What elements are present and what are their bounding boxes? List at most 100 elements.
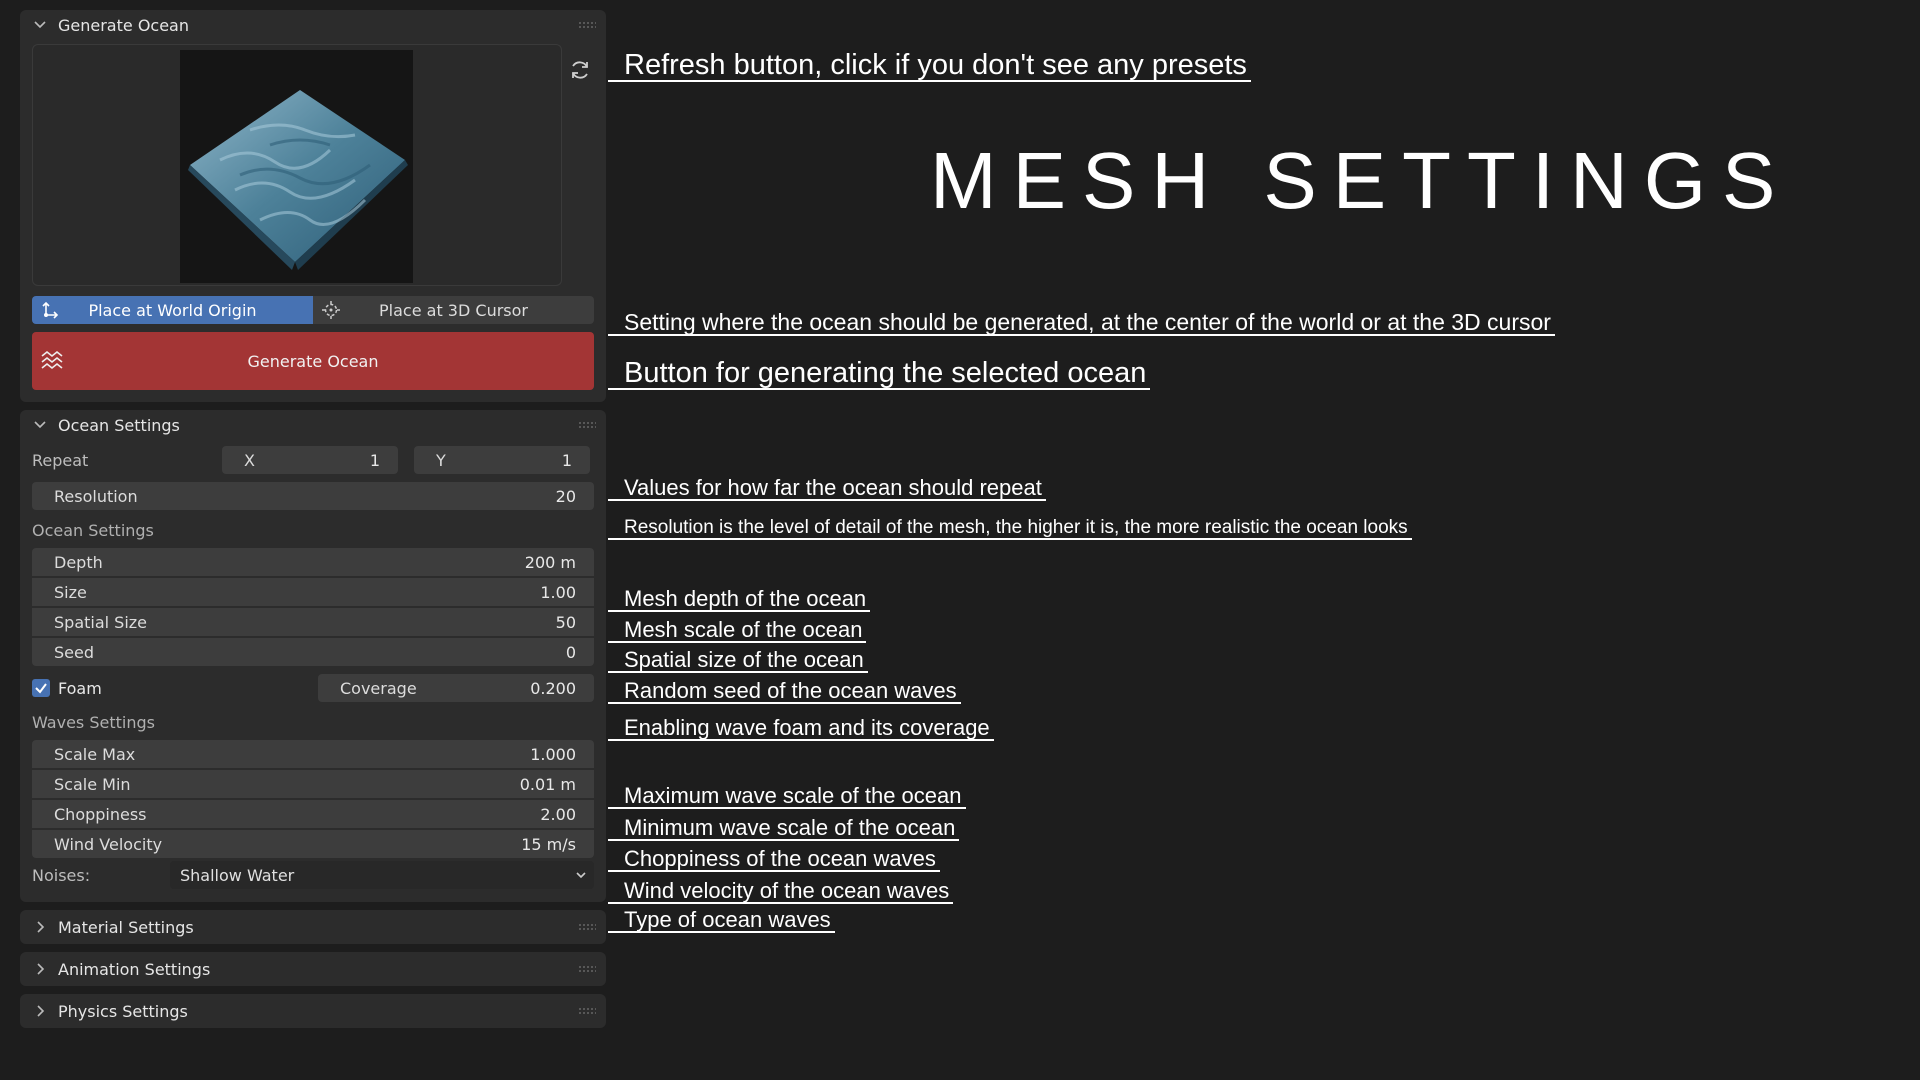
seed-value: 0: [565, 642, 576, 662]
preset-preview[interactable]: [32, 44, 588, 286]
physics-settings-title: Physics Settings: [58, 1001, 188, 1021]
repeat-row: Repeat X 1 Y 1: [32, 446, 594, 474]
refresh-button[interactable]: [567, 57, 593, 83]
resolution-field[interactable]: Resolution 20: [32, 482, 594, 510]
spatial-size-field[interactable]: Spatial Size 50: [32, 608, 594, 636]
wind-velocity-value: 15 m/s: [521, 834, 576, 854]
annotation-place: Setting where the ocean should be genera…: [608, 310, 1555, 337]
place-world-origin-label: Place at World Origin: [88, 300, 257, 320]
chevron-down-icon: [34, 421, 46, 429]
noises-value: Shallow Water: [180, 865, 295, 885]
scale-max-field[interactable]: Scale Max 1.000: [32, 740, 594, 768]
generate-ocean-panel: Generate Ocean Place at World Origin Pla…: [20, 10, 606, 402]
sidebar-panels: Generate Ocean Place at World Origin Pla…: [20, 10, 606, 1036]
drag-handle-icon[interactable]: [578, 421, 596, 429]
coverage-label: Coverage: [340, 678, 417, 698]
place-3d-cursor-button[interactable]: Place at 3D Cursor: [313, 296, 594, 324]
waves-settings-section-label: Waves Settings: [32, 712, 155, 732]
ocean-settings-title: Ocean Settings: [58, 415, 180, 435]
size-label: Size: [54, 582, 87, 602]
seed-field[interactable]: Seed 0: [32, 638, 594, 666]
chevron-right-icon: [37, 921, 45, 933]
generate-ocean-label: Generate Ocean: [247, 351, 379, 371]
annotation-scale-min: Minimum wave scale of the ocean: [608, 816, 960, 842]
generate-ocean-title: Generate Ocean: [58, 15, 189, 35]
repeat-y-field[interactable]: Y 1: [414, 446, 590, 474]
wind-velocity-label: Wind Velocity: [54, 834, 163, 854]
scale-min-field[interactable]: Scale Min 0.01 m: [32, 770, 594, 798]
animation-settings-title: Animation Settings: [58, 959, 211, 979]
scale-max-label: Scale Max: [54, 744, 136, 764]
chevron-right-icon: [37, 963, 45, 975]
repeat-y-label: Y: [436, 450, 446, 470]
depth-field[interactable]: Depth 200 m: [32, 548, 594, 576]
wind-velocity-field[interactable]: Wind Velocity 15 m/s: [32, 830, 594, 858]
ocean-preset-thumbnail[interactable]: [180, 50, 413, 283]
annotation-scale-max: Maximum wave scale of the ocean: [608, 784, 966, 810]
drag-handle-icon[interactable]: [578, 965, 596, 973]
place-world-origin-button[interactable]: Place at World Origin: [32, 296, 313, 324]
resolution-value: 20: [555, 486, 576, 506]
annotation-depth: Mesh depth of the ocean: [608, 587, 871, 613]
generate-ocean-header[interactable]: Generate Ocean: [20, 10, 606, 40]
annotation-seed: Random seed of the ocean waves: [608, 679, 961, 705]
checkbox-checked-icon: [32, 679, 50, 697]
repeat-label: Repeat: [32, 450, 89, 470]
annotation-foam: Enabling wave foam and its coverage: [608, 716, 994, 742]
repeat-x-label: X: [244, 450, 255, 470]
world-origin-icon: [42, 301, 59, 319]
scale-min-label: Scale Min: [54, 774, 131, 794]
coverage-value: 0.200: [530, 678, 576, 698]
refresh-icon: [572, 61, 588, 79]
ocean-settings-header[interactable]: Ocean Settings: [20, 410, 606, 440]
physics-settings-panel[interactable]: Physics Settings: [20, 994, 606, 1028]
seed-label: Seed: [54, 642, 94, 662]
annotation-refresh: Refresh button, click if you don't see a…: [608, 50, 1251, 83]
noises-row: Noises: Shallow Water: [32, 861, 594, 889]
wave-fields: Scale Max 1.000 Scale Min 0.01 m Choppines…: [32, 740, 594, 858]
foam-label: Foam: [58, 678, 102, 698]
repeat-x-field[interactable]: X 1: [222, 446, 398, 474]
material-settings-title: Material Settings: [58, 917, 194, 937]
scale-max-value: 1.000: [530, 744, 576, 764]
drag-handle-icon[interactable]: [578, 923, 596, 931]
choppiness-field[interactable]: Choppiness 2.00: [32, 800, 594, 828]
page-title: MESH SETTINGS: [930, 136, 1792, 225]
3d-cursor-icon: [322, 301, 340, 319]
foam-row: Foam Coverage 0.200: [32, 674, 594, 702]
chevron-right-icon: [37, 1005, 45, 1017]
noises-label: Noises:: [32, 865, 91, 885]
noises-dropdown[interactable]: Shallow Water: [170, 861, 594, 889]
chevron-down-icon: [34, 21, 46, 29]
choppiness-label: Choppiness: [54, 804, 147, 824]
annotation-repeat: Values for how far the ocean should repe…: [608, 476, 1046, 502]
resolution-label: Resolution: [54, 486, 138, 506]
annotation-generate: Button for generating the selected ocean: [608, 358, 1151, 391]
drag-handle-icon[interactable]: [578, 1007, 596, 1015]
annotation-noises: Type of ocean waves: [608, 908, 835, 934]
foam-checkbox[interactable]: Foam: [32, 679, 318, 698]
repeat-x-value: 1: [369, 450, 380, 470]
scale-min-value: 0.01 m: [519, 774, 576, 794]
annotation-wind: Wind velocity of the ocean waves: [608, 879, 954, 905]
annotation-choppiness: Choppiness of the ocean waves: [608, 847, 940, 873]
annotation-spatial: Spatial size of the ocean: [608, 648, 868, 674]
generate-ocean-button[interactable]: Generate Ocean: [32, 332, 594, 390]
drag-handle-icon[interactable]: [578, 21, 596, 29]
depth-value: 200 m: [524, 552, 576, 572]
coverage-field[interactable]: Coverage 0.200: [318, 674, 594, 702]
ocean-settings-panel: Ocean Settings Repeat X 1 Y 1 Resolution…: [20, 410, 606, 902]
size-value: 1.00: [540, 582, 576, 602]
annotation-resolution: Resolution is the level of detail of the…: [608, 518, 1412, 540]
material-settings-panel[interactable]: Material Settings: [20, 910, 606, 944]
ocean-settings-section-label: Ocean Settings: [32, 520, 154, 540]
annotation-size: Mesh scale of the ocean: [608, 618, 867, 644]
spatial-size-value: 50: [555, 612, 576, 632]
ocean-waves-icon: [41, 350, 63, 370]
size-field[interactable]: Size 1.00: [32, 578, 594, 606]
ocean-fields: Depth 200 m Size 1.00 Spatial Size 50 Seed 0: [32, 548, 594, 666]
spatial-size-label: Spatial Size: [54, 612, 148, 632]
chevron-down-icon: [576, 872, 586, 879]
animation-settings-panel[interactable]: Animation Settings: [20, 952, 606, 986]
repeat-y-value: 1: [561, 450, 572, 470]
